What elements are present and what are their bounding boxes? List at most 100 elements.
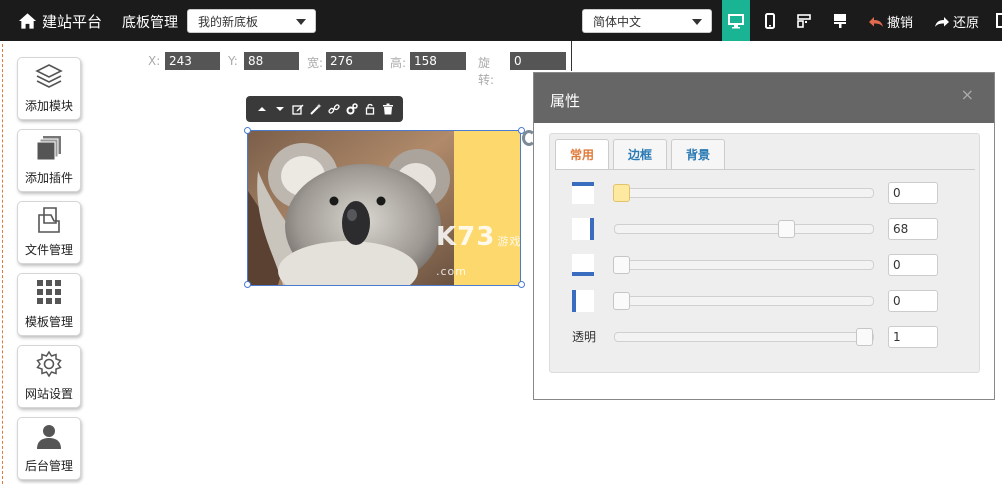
border-right-icon	[572, 218, 594, 240]
panel-body: 常用 边框 背景 0 68 0 0 透明 1	[549, 133, 980, 373]
x-field[interactable]: 243	[165, 52, 220, 70]
watermark: K73 游戏之家 .com	[436, 222, 545, 282]
tab-common[interactable]: 常用	[555, 139, 610, 169]
slider-handle[interactable]	[778, 220, 795, 238]
border-right-slider[interactable]	[614, 220, 874, 238]
slider-handle[interactable]	[856, 328, 873, 346]
redo-label: 还原	[953, 16, 980, 31]
sidebar-item-label: 模板管理	[24, 315, 73, 329]
border-left-icon	[572, 290, 594, 312]
file-icon	[38, 207, 60, 233]
resize-handle[interactable]	[244, 127, 251, 134]
border-top-input[interactable]: 0	[888, 182, 938, 204]
border-left-input[interactable]: 0	[888, 290, 938, 312]
template-select[interactable]: 我的新底板	[187, 9, 316, 33]
undo-label: 撤销	[887, 16, 914, 31]
chevron-down-icon	[296, 19, 306, 25]
preview-button[interactable]	[826, 0, 854, 41]
height-label: 高:	[390, 56, 407, 70]
paint-icon	[834, 13, 846, 28]
border-right-row: 68	[550, 218, 981, 240]
home-icon	[18, 13, 37, 29]
desktop-view-button[interactable]	[722, 0, 750, 41]
rotate-field[interactable]: 0	[510, 52, 566, 70]
watermark-main: K73	[436, 222, 496, 252]
edit-icon	[292, 104, 304, 115]
mobile-view-button[interactable]	[756, 0, 784, 41]
link-button[interactable]	[327, 102, 341, 116]
border-bottom-slider[interactable]	[613, 256, 874, 274]
y-label: Y:	[228, 54, 238, 68]
tab-divider	[555, 169, 975, 170]
sidebar-item-label: 网站设置	[24, 387, 73, 401]
layout-view-button[interactable]	[790, 0, 818, 41]
watermark-suffix: .com	[436, 265, 467, 278]
border-bottom-icon	[572, 254, 594, 276]
rotate-label: 旋转:	[478, 56, 495, 87]
opacity-row: 透明 1	[550, 326, 981, 348]
add-module-button[interactable]: 添加模块	[17, 57, 81, 120]
border-bottom-row: 0	[550, 254, 981, 276]
section-label: 底板管理	[122, 15, 178, 31]
layout-icon	[797, 13, 811, 28]
tab-border[interactable]: 边框	[613, 139, 668, 169]
effect-button[interactable]	[309, 102, 323, 116]
admin-button[interactable]: 后台管理	[17, 417, 81, 480]
lock-button[interactable]	[363, 102, 377, 116]
lock-icon	[365, 103, 375, 115]
chevron-down-icon	[692, 19, 702, 25]
properties-panel: 属性 × 常用 边框 背景 0 68 0 0 透明 1	[533, 72, 995, 400]
move-down-button[interactable]	[273, 102, 287, 116]
slider-handle[interactable]	[613, 292, 630, 310]
app-title: 建站平台	[42, 12, 103, 31]
top-bar: 建站平台 底板管理 我的新底板 简体中文 撤销 还原	[0, 0, 1002, 41]
panel-header: 属性 ×	[534, 73, 994, 123]
add-plugin-button[interactable]: 添加插件	[17, 129, 81, 192]
home-link[interactable]: 建站平台	[18, 10, 102, 32]
redo-icon	[935, 16, 949, 27]
y-field[interactable]: 88	[244, 52, 299, 70]
stack-icon	[36, 136, 61, 161]
resize-handle[interactable]	[518, 281, 525, 288]
redo-button[interactable]: 还原	[934, 12, 979, 31]
border-bottom-input[interactable]: 0	[888, 254, 938, 276]
trash-icon	[383, 103, 393, 115]
border-right-input[interactable]: 68	[888, 218, 938, 240]
width-label: 宽:	[307, 56, 324, 70]
resize-handle[interactable]	[244, 281, 251, 288]
caret-down-icon	[276, 107, 284, 111]
opacity-input[interactable]: 1	[888, 326, 938, 348]
link-icon	[328, 104, 340, 114]
move-up-button[interactable]	[255, 102, 269, 116]
koala-image	[248, 131, 454, 285]
grid-icon	[37, 280, 61, 304]
slider-handle[interactable]	[613, 256, 630, 274]
magic-wand-icon	[310, 103, 322, 115]
border-top-slider[interactable]	[613, 184, 874, 202]
opacity-slider[interactable]	[614, 328, 874, 346]
desktop-icon	[728, 13, 744, 28]
mobile-icon	[765, 12, 775, 29]
gear-icon	[36, 350, 62, 378]
close-icon[interactable]: ×	[961, 85, 974, 104]
fullscreen-icon[interactable]	[996, 13, 1002, 28]
border-left-slider[interactable]	[613, 292, 874, 310]
slider-handle[interactable]	[613, 184, 630, 202]
height-field[interactable]: 158	[410, 52, 466, 70]
tab-background[interactable]: 背景	[671, 139, 726, 169]
settings-button[interactable]	[345, 102, 359, 116]
width-field[interactable]: 276	[326, 52, 383, 70]
edit-button[interactable]	[291, 102, 305, 116]
file-manager-button[interactable]: 文件管理	[17, 201, 81, 264]
user-icon	[37, 425, 61, 449]
sidebar-item-label: 添加模块	[24, 99, 73, 113]
panel-title: 属性	[550, 92, 581, 110]
caret-up-icon	[258, 107, 266, 111]
border-top-icon	[572, 182, 594, 204]
template-manager-button[interactable]: 模板管理	[17, 273, 81, 336]
delete-button[interactable]	[381, 102, 395, 116]
canvas-divider	[571, 41, 572, 71]
undo-button[interactable]: 撤销	[868, 12, 913, 31]
site-settings-button[interactable]: 网站设置	[17, 345, 81, 408]
language-select[interactable]: 简体中文	[582, 9, 712, 33]
